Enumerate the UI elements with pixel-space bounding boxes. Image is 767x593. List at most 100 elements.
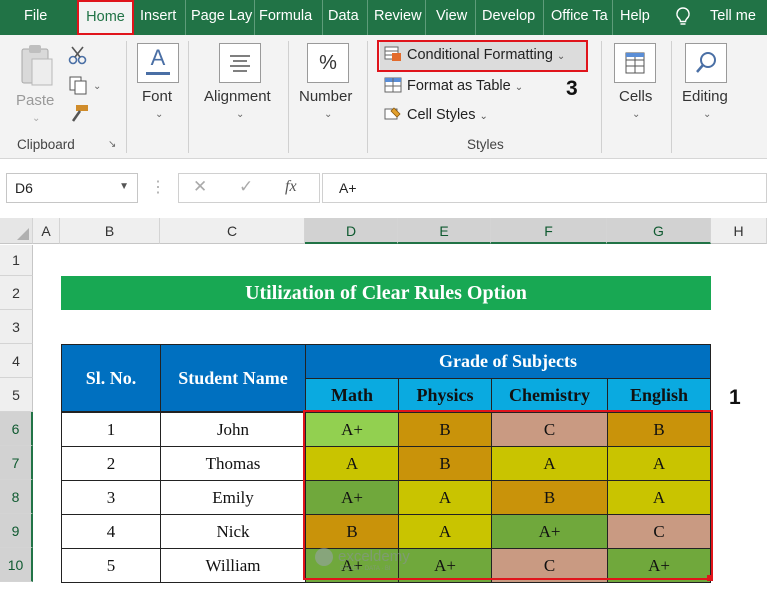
group-divider — [288, 41, 289, 153]
font-chevron-down-icon[interactable]: ⌄ — [155, 109, 163, 120]
row-header-selected[interactable]: 9 — [0, 514, 33, 548]
cell-sl-no[interactable]: 2 — [61, 446, 161, 481]
styles-group-label: Styles — [467, 137, 504, 152]
cells-button[interactable]: Cells — [619, 88, 652, 105]
more-options-icon[interactable]: ⋮ — [150, 174, 166, 202]
alignment-chevron-down-icon[interactable]: ⌄ — [236, 109, 244, 120]
copy-icon[interactable] — [68, 75, 88, 98]
sheet-title[interactable]: Utilization of Clear Rules Option — [61, 276, 711, 310]
paste-icon[interactable] — [18, 43, 56, 91]
header-grade-of-subjects[interactable]: Grade of Subjects — [305, 344, 711, 379]
conditional-formatting-highlight — [377, 40, 588, 72]
header-subject[interactable]: Physics — [398, 378, 492, 413]
format-painter-icon[interactable] — [68, 103, 90, 126]
header-subject[interactable]: Chemistry — [491, 378, 608, 413]
cell-student-name[interactable]: Emily — [160, 480, 306, 515]
row-header-selected[interactable]: 7 — [0, 446, 33, 480]
cell-student-name[interactable]: William — [160, 548, 306, 583]
row-header[interactable]: 3 — [0, 310, 33, 344]
group-divider — [126, 41, 127, 153]
alignment-icon[interactable] — [219, 43, 261, 83]
tab-data[interactable]: Data — [328, 0, 368, 35]
percent-icon[interactable]: % — [307, 43, 349, 83]
tell-me-search[interactable]: Tell me — [710, 0, 756, 35]
cell-sl-no[interactable]: 4 — [61, 514, 161, 549]
exceldemy-watermark-logo: exceldemy EXCEL · DATA · BI — [312, 544, 462, 577]
column-header-selected[interactable]: D — [305, 218, 398, 244]
clipboard-group-label: Clipboard — [17, 137, 75, 152]
cut-icon[interactable] — [68, 45, 88, 68]
number-chevron-down-icon[interactable]: ⌄ — [324, 109, 332, 120]
formula-bar: D6 ▼ ⋮ ✕ ✓ fx A+ — [0, 159, 767, 217]
row-header[interactable]: 2 — [0, 276, 33, 310]
row-header[interactable]: 4 — [0, 344, 33, 378]
copy-chevron-down-icon[interactable]: ⌄ — [93, 81, 101, 92]
header-sl-no[interactable]: Sl. No. — [61, 344, 161, 412]
cell-sl-no[interactable]: 3 — [61, 480, 161, 515]
column-header-selected[interactable]: G — [607, 218, 711, 244]
row-header-selected[interactable]: 6 — [0, 412, 33, 446]
editing-button[interactable]: Editing — [682, 88, 728, 105]
search-icon[interactable] — [685, 43, 727, 83]
cells-icon[interactable] — [614, 43, 656, 83]
column-header[interactable]: H — [711, 218, 767, 244]
fill-handle[interactable] — [707, 575, 713, 581]
font-button[interactable]: Font — [142, 88, 172, 105]
chevron-down-icon[interactable]: ▼ — [119, 181, 129, 192]
worksheet-grid[interactable]: A B C D E F G H 1 2 3 4 5 6 7 8 9 10 Uti… — [0, 218, 767, 593]
ribbon-home: Paste ⌄ ⌄ Clipboard ↘ A Font ⌄ Alignment… — [0, 35, 767, 159]
format-as-table-icon — [384, 77, 402, 93]
group-divider — [671, 41, 672, 153]
column-header[interactable]: A — [33, 218, 60, 244]
row-header-selected[interactable]: 10 — [0, 548, 33, 582]
cells-chevron-down-icon[interactable]: ⌄ — [632, 109, 640, 120]
tab-developer[interactable]: Develop — [482, 0, 544, 35]
column-header-selected[interactable]: E — [398, 218, 491, 244]
cell-student-name[interactable]: Thomas — [160, 446, 306, 481]
step-marker-3: 3 — [566, 77, 578, 100]
name-box-value: D6 — [15, 180, 33, 196]
format-as-table-button[interactable]: Format as Table ⌄ — [384, 77, 523, 94]
tab-review[interactable]: Review — [374, 0, 426, 35]
formula-input[interactable]: A+ — [322, 173, 767, 203]
check-icon[interactable]: ✓ — [239, 177, 253, 197]
tab-office-tab[interactable]: Office Ta — [551, 0, 613, 35]
header-subject[interactable]: English — [607, 378, 711, 413]
column-header[interactable]: C — [160, 218, 305, 244]
alignment-button[interactable]: Alignment — [204, 88, 271, 105]
group-divider — [601, 41, 602, 153]
column-header-selected[interactable]: F — [491, 218, 607, 244]
insert-function-icon[interactable]: fx — [285, 178, 297, 196]
header-student-name[interactable]: Student Name — [160, 344, 306, 412]
cell-sl-no[interactable]: 1 — [61, 412, 161, 447]
cancel-icon[interactable]: ✕ — [193, 177, 207, 197]
step-marker-1: 1 — [729, 386, 741, 409]
tab-view[interactable]: View — [436, 0, 476, 35]
font-icon[interactable]: A — [137, 43, 179, 83]
header-subject[interactable]: Math — [305, 378, 399, 413]
tab-page-layout[interactable]: Page Lay — [191, 0, 255, 35]
row-header-selected[interactable]: 8 — [0, 480, 33, 514]
cell-student-name[interactable]: Nick — [160, 514, 306, 549]
chevron-down-icon: ⌄ — [514, 82, 524, 93]
lightbulb-icon[interactable] — [674, 0, 692, 35]
paste-button[interactable]: Paste — [16, 92, 54, 109]
tab-file[interactable]: File — [24, 0, 47, 35]
cell-styles-button[interactable]: Cell Styles ⌄ — [384, 106, 488, 123]
cell-styles-label: Cell Styles — [407, 107, 476, 123]
paste-chevron-down-icon[interactable]: ⌄ — [32, 113, 40, 124]
cell-student-name[interactable]: John — [160, 412, 306, 447]
cell-sl-no[interactable]: 5 — [61, 548, 161, 583]
number-button[interactable]: Number — [299, 88, 352, 105]
editing-chevron-down-icon[interactable]: ⌄ — [703, 109, 711, 120]
tab-insert[interactable]: Insert — [140, 0, 186, 35]
select-all-corner[interactable] — [0, 218, 33, 244]
row-header[interactable]: 1 — [0, 245, 33, 276]
name-box[interactable]: D6 ▼ — [6, 173, 138, 203]
column-header[interactable]: B — [60, 218, 160, 244]
tab-formulas[interactable]: Formula — [259, 0, 323, 35]
dialog-launcher-icon[interactable]: ↘ — [108, 139, 116, 150]
formula-value: A+ — [339, 180, 357, 196]
row-header[interactable]: 5 — [0, 378, 33, 412]
tab-help[interactable]: Help — [620, 0, 650, 35]
